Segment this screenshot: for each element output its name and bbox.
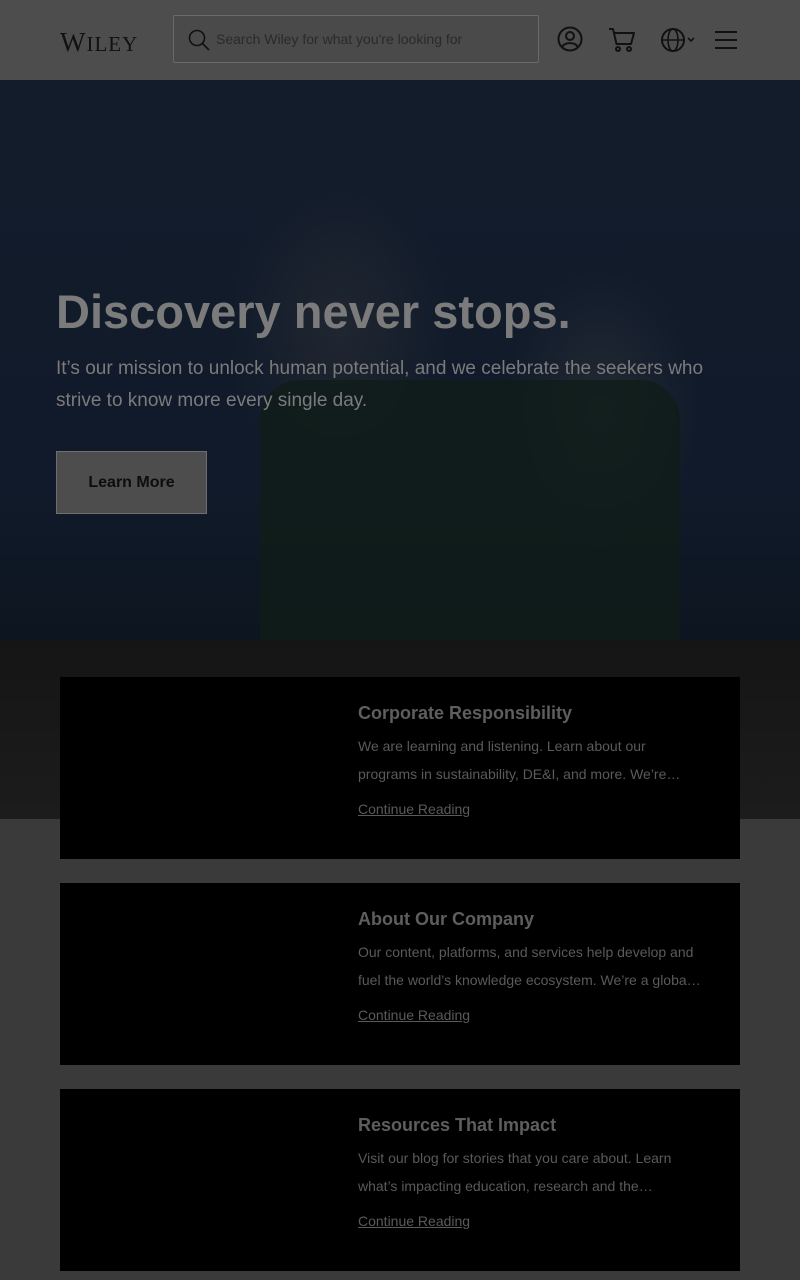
card-image	[60, 883, 342, 1065]
wiley-logo[interactable]: WILEY	[60, 27, 138, 59]
card-title: Corporate Responsibility	[358, 703, 573, 723]
card-image	[60, 677, 342, 859]
card-text: Visit our blog for stories that you care…	[358, 1150, 672, 1194]
card-corporate-responsibility: Corporate Responsibility We are learning…	[60, 677, 740, 859]
user-account-icon[interactable]	[557, 26, 583, 52]
chevron-down-icon	[687, 37, 695, 43]
card-title: Resources That Impact	[358, 1115, 557, 1135]
cart-icon[interactable]	[608, 26, 636, 54]
continue-reading-link[interactable]: Continue Reading	[358, 1213, 470, 1229]
card-about-our-company: About Our Company Our content, platforms…	[60, 883, 740, 1065]
globe-icon[interactable]	[661, 28, 697, 54]
hero-title: Discovery never stops.	[56, 285, 571, 338]
card-title: About Our Company	[358, 909, 534, 929]
search-icon	[188, 29, 210, 51]
card-text: Our content, platforms, and services hel…	[358, 944, 701, 988]
site-header: WILEY	[0, 0, 800, 80]
card-image	[60, 1089, 342, 1271]
card-resources-that-impact: Resources That Impact Visit our blog for…	[60, 1089, 740, 1271]
menu-icon[interactable]	[715, 30, 737, 50]
search-input[interactable]	[216, 16, 526, 62]
hero-photo-sofa	[260, 380, 680, 680]
learn-more-button[interactable]: Learn More	[56, 451, 207, 514]
card-text: We are learning and listening. Learn abo…	[358, 738, 681, 782]
continue-reading-link[interactable]: Continue Reading	[358, 801, 470, 817]
continue-reading-link[interactable]: Continue Reading	[358, 1007, 470, 1023]
hero-subtitle: It’s our mission to unlock human potenti…	[56, 358, 704, 411]
search-box[interactable]	[173, 15, 539, 63]
